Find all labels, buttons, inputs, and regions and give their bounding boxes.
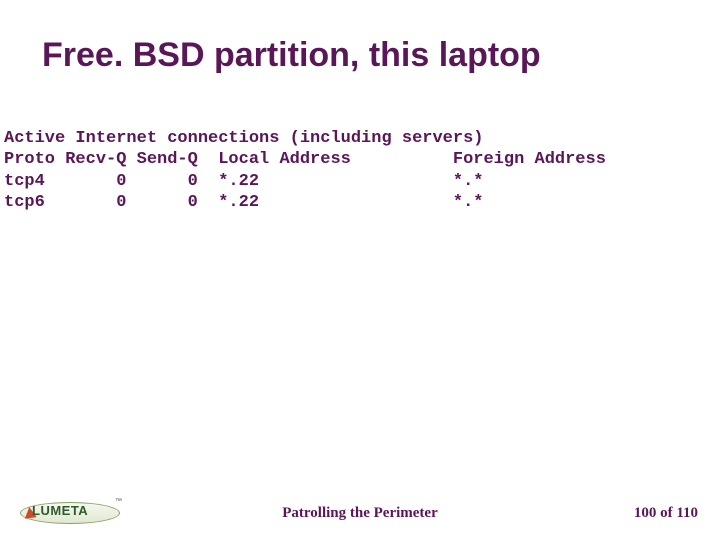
netstat-row: tcp6 0 0 *.22 *.* [4, 193, 483, 212]
netstat-columns-line: Proto Recv-Q Send-Q Local Address Foreig… [4, 150, 606, 169]
footer-caption: Patrolling the Perimeter [0, 505, 720, 522]
page-number: 100 of 110 [634, 505, 698, 522]
trademark-icon: ™ [115, 498, 122, 505]
netstat-row: tcp4 0 0 *.22 *.* [4, 172, 483, 191]
slide: Free. BSD partition, this laptop Active … [0, 0, 720, 540]
slide-title: Free. BSD partition, this laptop [42, 36, 541, 75]
slide-footer: LUMETA ™ Patrolling the Perimeter 100 of… [0, 494, 720, 526]
netstat-output: Active Internet connections (including s… [4, 128, 606, 213]
netstat-header-line: Active Internet connections (including s… [4, 129, 483, 148]
